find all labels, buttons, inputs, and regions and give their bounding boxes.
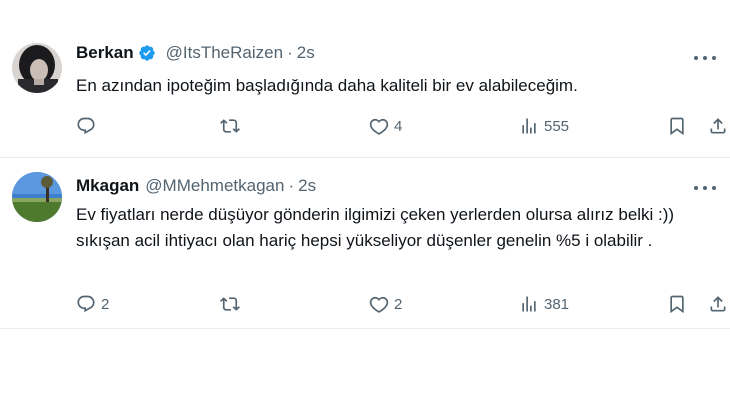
timestamp[interactable]: 2s — [297, 43, 315, 63]
avatar-image — [12, 172, 62, 222]
reply-button[interactable] — [76, 116, 101, 136]
tweet-text: En azından ipoteğim başladığında daha ka… — [76, 76, 578, 95]
like-count: 4 — [394, 117, 403, 135]
retweet-button[interactable] — [220, 116, 245, 136]
like-count: 2 — [394, 295, 403, 313]
retweet-icon — [220, 119, 240, 133]
tweet-actions: 4 555 — [76, 116, 726, 140]
more-horizontal-icon[interactable] — [694, 183, 716, 193]
reply-count: 2 — [101, 295, 110, 313]
avatar[interactable] — [12, 172, 62, 222]
tweet[interactable]: Berkan @ItsTheRaizen · 2s En azından ipo… — [0, 0, 730, 158]
reply-button[interactable]: 2 — [76, 294, 109, 314]
share-upload-icon — [710, 296, 726, 312]
bookmark-button[interactable] — [667, 116, 687, 136]
share-button[interactable] — [708, 294, 728, 314]
reply-bubble-icon — [77, 117, 95, 135]
heart-icon — [369, 118, 389, 135]
views-button[interactable]: 381 — [519, 294, 569, 314]
separator-dot: · — [287, 43, 293, 62]
bookmark-icon — [670, 117, 684, 136]
heart-icon — [369, 296, 389, 313]
tweet-actions: 2 2 381 — [76, 294, 726, 318]
like-button[interactable]: 2 — [369, 294, 402, 314]
separator-dot: · — [288, 176, 295, 195]
view-count: 381 — [544, 295, 570, 313]
retweet-icon — [220, 297, 240, 311]
share-button[interactable] — [708, 116, 728, 136]
display-name[interactable]: Mkagan — [76, 176, 139, 196]
tweet-text: Ev fiyatları nerde düşüyor gönderin ilgi… — [76, 205, 675, 250]
like-button[interactable]: 4 — [369, 116, 402, 136]
avatar[interactable] — [12, 43, 62, 93]
views-bar-chart-icon — [522, 296, 536, 312]
more-horizontal-icon[interactable] — [694, 53, 716, 63]
share-upload-icon — [710, 118, 726, 134]
display-name[interactable]: Berkan — [76, 43, 134, 63]
bookmark-icon — [670, 295, 684, 314]
tweet-header: Berkan @ItsTheRaizen · 2s — [76, 43, 315, 63]
bookmark-button[interactable] — [667, 294, 687, 314]
retweet-button[interactable] — [220, 294, 245, 314]
view-count: 555 — [544, 117, 570, 135]
user-handle[interactable]: @ItsTheRaizen — [166, 43, 283, 63]
avatar-image — [12, 43, 62, 93]
views-bar-chart-icon — [522, 118, 536, 134]
tweet[interactable]: Mkagan @MMehmetkagan · 2s Ev fiyatları n… — [0, 158, 730, 329]
timestamp[interactable]: 2s — [298, 176, 316, 196]
views-button[interactable]: 555 — [519, 116, 569, 136]
user-handle[interactable]: @MMehmetkagan — [145, 176, 284, 196]
verified-badge-icon — [138, 44, 156, 62]
reply-bubble-icon — [77, 295, 95, 313]
tweet-header: Mkagan @MMehmetkagan · 2s — [76, 176, 316, 196]
